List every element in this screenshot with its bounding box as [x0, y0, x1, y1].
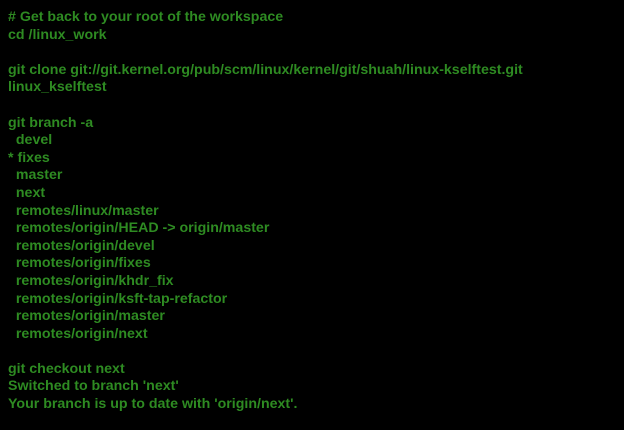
terminal-line: remotes/origin/next — [8, 325, 148, 342]
terminal-line: remotes/origin/master — [8, 308, 165, 325]
terminal-line: master — [8, 167, 63, 184]
terminal-line: remotes/origin/ksft-tap-refactor — [8, 290, 228, 307]
terminal-line: remotes/origin/fixes — [8, 255, 151, 272]
terminal-output: # Get back to your root of the workspace… — [0, 0, 624, 430]
terminal-line: * fixes — [8, 149, 50, 166]
terminal-line: remotes/origin/khdr_fix — [8, 272, 174, 289]
terminal-line: linux_kselftest — [8, 79, 107, 96]
terminal-line: git clone git://git.kernel.org/pub/scm/l… — [8, 61, 523, 78]
terminal-line: git branch -a — [8, 114, 94, 131]
terminal-line: remotes/linux/master — [8, 202, 159, 219]
terminal-line: next — [8, 184, 46, 201]
terminal-line: remotes/origin/HEAD -> origin/master — [8, 220, 270, 237]
terminal-line: # Get back to your root of the workspace — [8, 9, 284, 25]
terminal-line: cd /linux_work — [8, 26, 107, 43]
terminal-line: remotes/origin/devel — [8, 237, 155, 254]
terminal-line: devel — [8, 132, 53, 149]
terminal-line: git checkout next — [8, 360, 125, 377]
terminal-line: Switched to branch 'next' — [8, 378, 179, 395]
terminal-line: Your branch is up to date with 'origin/n… — [8, 396, 298, 413]
